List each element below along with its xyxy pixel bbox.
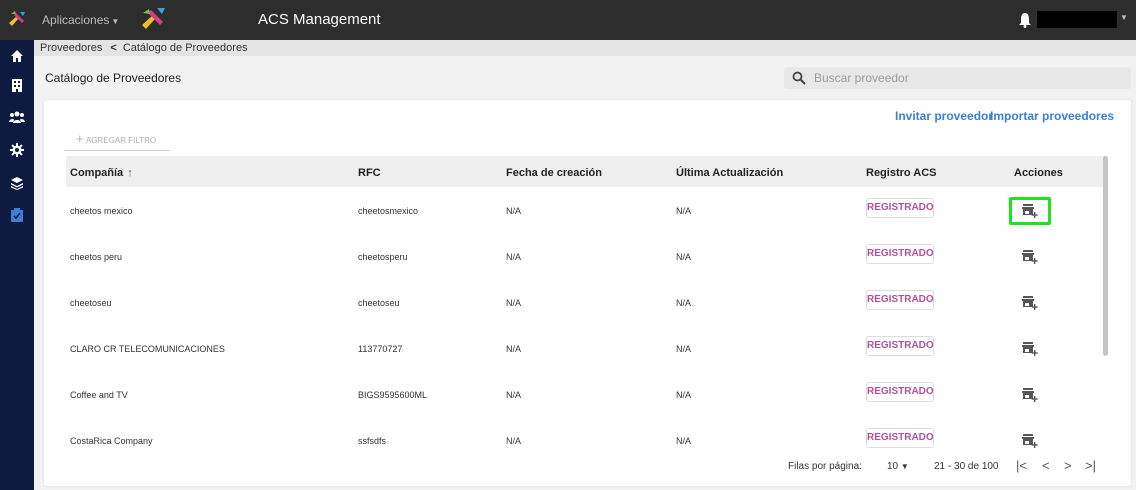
add-filter-label: AGREGAR FILTRO <box>86 136 157 145</box>
rows-per-page-select[interactable]: 10 ▼ <box>887 461 909 472</box>
add-store-button[interactable] <box>1009 427 1051 455</box>
last-page-button[interactable]: >| <box>1085 458 1096 473</box>
store-add-icon <box>1022 434 1038 448</box>
add-store-button[interactable] <box>1009 381 1051 409</box>
brand-logo <box>118 3 242 37</box>
gear-icon[interactable] <box>6 139 28 161</box>
breadcrumb: Proveedores < Catálogo de Proveedores <box>34 40 1136 56</box>
store-add-icon <box>1022 296 1038 310</box>
rows-per-page-value: 10 <box>887 461 899 472</box>
chevron-left-icon: < <box>110 42 117 54</box>
home-icon[interactable] <box>6 45 28 67</box>
cell-created: N/A <box>506 344 522 354</box>
cell-created: N/A <box>506 206 522 216</box>
cell-created: N/A <box>506 390 522 400</box>
cell-rfc: cheetosperu <box>358 252 408 262</box>
add-store-button[interactable] <box>1009 197 1051 225</box>
apps-menu[interactable]: Aplicaciones ▼ <box>42 13 119 27</box>
cell-updated: N/A <box>676 206 692 216</box>
layers-icon[interactable] <box>6 172 28 194</box>
caret-down-icon[interactable]: ▼ <box>1120 13 1128 22</box>
cell-created: N/A <box>506 436 522 446</box>
vertical-scrollbar[interactable] <box>1103 156 1108 356</box>
column-label: Compañía <box>70 167 124 179</box>
table-row[interactable]: Coffee and TV BIGS9595600ML N/A N/A REGI… <box>66 371 1106 417</box>
status-badge: REGISTRADO <box>866 382 934 402</box>
cell-updated: N/A <box>676 436 692 446</box>
page-title: Catálogo de Proveedores <box>45 71 182 85</box>
top-bar: Aplicaciones ▼ ACS Management ▼ <box>0 0 1136 40</box>
cell-updated: N/A <box>676 252 692 262</box>
cell-updated: N/A <box>676 298 692 308</box>
cell-company: cheetos mexico <box>70 206 133 216</box>
status-badge: REGISTRADO <box>866 336 934 356</box>
column-header-company[interactable]: Compañía ↑ <box>70 167 133 179</box>
add-filter-button[interactable]: + AGREGAR FILTRO <box>64 131 170 151</box>
app-title: ACS Management <box>258 11 381 28</box>
store-add-icon <box>1022 204 1038 218</box>
search-icon <box>792 71 806 85</box>
cell-rfc: 113770727 <box>358 344 403 354</box>
invite-provider-link[interactable]: Invitar proveedor <box>895 109 993 123</box>
status-badge: REGISTRADO <box>866 244 934 264</box>
status-badge: REGISTRADO <box>866 290 934 310</box>
column-header-created[interactable]: Fecha de creación <box>506 167 602 179</box>
table-row[interactable]: cheetoseu cheetoseu N/A N/A REGISTRADO <box>66 279 1106 325</box>
cell-rfc: cheetoseu <box>358 298 400 308</box>
cell-company: CLARO CR TELECOMUNICACIONES <box>70 344 225 354</box>
sidebar <box>0 40 34 490</box>
column-header-rfc[interactable]: RFC <box>358 167 381 179</box>
status-badge: REGISTRADO <box>866 198 934 218</box>
cell-created: N/A <box>506 252 522 262</box>
column-header-actions: Acciones <box>1014 167 1063 179</box>
brand-mark-icon <box>142 8 165 29</box>
axosnet-logo-icon[interactable] <box>6 8 28 30</box>
store-add-icon <box>1022 250 1038 264</box>
table-header: Compañía ↑ RFC Fecha de creación Última A… <box>66 156 1106 187</box>
bell-icon[interactable] <box>1018 12 1032 28</box>
cell-company: cheetoseu <box>70 298 112 308</box>
cell-rfc: BIGS9595600ML <box>358 390 428 400</box>
column-header-acs[interactable]: Registro ACS <box>866 167 937 179</box>
cell-company: CostaRica Company <box>70 436 153 446</box>
cell-company: Coffee and TV <box>70 390 128 400</box>
cell-updated: N/A <box>676 344 692 354</box>
prev-page-button[interactable]: < <box>1042 458 1050 473</box>
add-store-button[interactable] <box>1009 243 1051 271</box>
sort-arrow-up-icon: ↑ <box>127 167 133 179</box>
first-page-button[interactable]: |< <box>1016 458 1027 473</box>
building-icon[interactable] <box>6 74 28 96</box>
cell-rfc: cheetosmexico <box>358 206 419 216</box>
breadcrumb-item-catalogo[interactable]: Catálogo de Proveedores <box>123 42 248 54</box>
page-range: 21 - 30 de 100 <box>934 461 999 472</box>
table-row[interactable]: cheetos mexico cheetosmexico N/A N/A REG… <box>66 187 1106 233</box>
search-placeholder: Buscar proveedor <box>814 71 909 85</box>
table-row[interactable]: CLARO CR TELECOMUNICACIONES 113770727 N/… <box>66 325 1106 371</box>
import-providers-link[interactable]: Importar proveedores <box>990 109 1114 123</box>
users-icon[interactable] <box>6 106 28 128</box>
cell-rfc: ssfsdfs <box>358 436 387 446</box>
rows-per-page-label: Filas por página: <box>788 461 862 472</box>
status-badge: REGISTRADO <box>866 428 934 448</box>
providers-card: Invitar proveedor Importar proveedores +… <box>44 100 1131 486</box>
store-add-icon <box>1022 388 1038 402</box>
table-row[interactable]: CostaRica Company ssfsdfs N/A N/A REGIST… <box>66 417 1106 463</box>
search-input[interactable]: Buscar proveedor <box>784 67 1131 89</box>
cell-updated: N/A <box>676 390 692 400</box>
column-header-updated[interactable]: Última Actualización <box>676 167 783 179</box>
add-store-button[interactable] <box>1009 289 1051 317</box>
apps-menu-label: Aplicaciones <box>42 13 110 27</box>
plus-icon: + <box>76 131 84 146</box>
cell-company: cheetos peru <box>70 252 123 262</box>
next-page-button[interactable]: > <box>1064 458 1072 473</box>
table-row[interactable]: cheetos peru cheetosperu N/A N/A REGISTR… <box>66 233 1106 279</box>
user-menu[interactable] <box>1037 11 1117 28</box>
caret-down-icon: ▼ <box>900 462 909 471</box>
store-add-icon <box>1022 342 1038 356</box>
add-store-button[interactable] <box>1009 335 1051 363</box>
cell-created: N/A <box>506 298 522 308</box>
breadcrumb-item-proveedores[interactable]: Proveedores <box>40 42 102 54</box>
clipboard-check-icon[interactable] <box>6 204 28 226</box>
